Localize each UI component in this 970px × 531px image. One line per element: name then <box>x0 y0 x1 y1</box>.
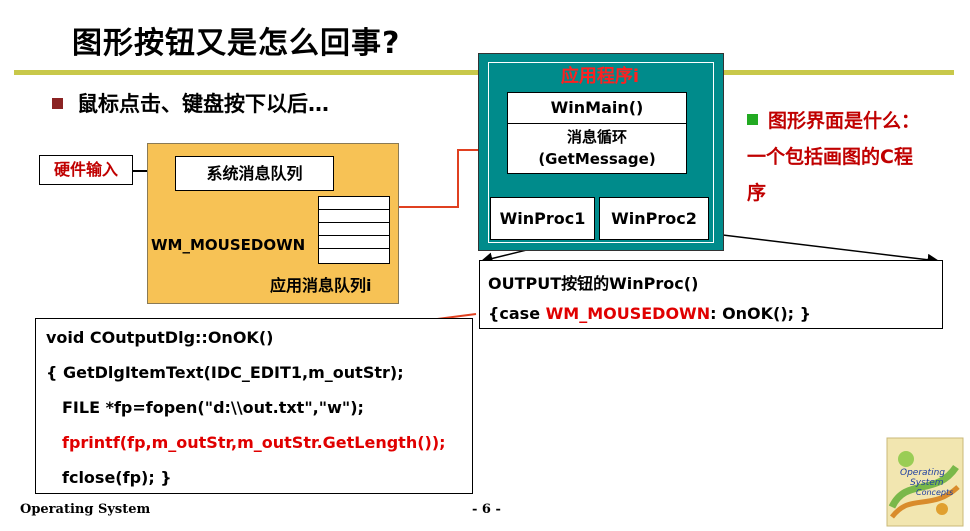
onok-code-box: void COutputDlg::OnOK() { GetDlgItemText… <box>35 318 473 494</box>
message-loop-line1: 消息循环 <box>566 128 627 146</box>
winproc1-box: WinProc1 <box>490 197 595 240</box>
app-message-queue-stack <box>318 196 390 264</box>
code-line-5: fclose(fp); } <box>62 468 172 487</box>
app-queue-label: 应用消息队列i <box>270 276 372 295</box>
queue-slot <box>319 236 389 249</box>
output-winproc-box: OUTPUT按钮的WinProc() {case WM_MOUSEDOWN: O… <box>479 260 943 329</box>
system-message-queue-box: 系统消息队列 <box>175 156 334 191</box>
code-line-4: fprintf(fp,m_outStr,m_outStr.GetLength()… <box>62 433 446 452</box>
message-loop-line2: (GetMessage) <box>538 150 656 168</box>
code-line-3: FILE *fp=fopen("d:\\out.txt","w"); <box>62 398 364 417</box>
footer-course-name: Operating System <box>20 502 151 517</box>
output-winproc-case: {case WM_MOUSEDOWN: OnOK(); } <box>488 304 811 323</box>
side-note: 图形界面是什么：一个包括画图的C程序 <box>747 103 927 211</box>
case-message: WM_MOUSEDOWN <box>545 304 711 323</box>
page-number: - 6 - <box>472 502 501 517</box>
case-suffix: : OnOK(); } <box>710 304 812 323</box>
code-line-2: { GetDlgItemText(IDC_EDIT1,m_outStr); <box>46 363 404 382</box>
green-bullet-square-icon <box>747 114 758 125</box>
side-note-text: 图形界面是什么：一个包括画图的C程序 <box>747 110 921 204</box>
hardware-input-box: 硬件输入 <box>39 155 133 185</box>
winproc2-box: WinProc2 <box>599 197 709 240</box>
queue-slot <box>319 197 389 210</box>
winmain-box: WinMain() 消息循环 (GetMessage) <box>507 92 687 174</box>
mousedown-message-label: WM_MOUSEDOWN <box>151 236 306 254</box>
logo-line-1: Operating <box>900 468 945 478</box>
message-loop-label: 消息循环 (GetMessage) <box>508 124 686 170</box>
output-winproc-title: OUTPUT按钮的WinProc() <box>488 274 699 293</box>
code-line-1: void COutputDlg::OnOK() <box>46 328 274 347</box>
queue-slot <box>319 210 389 223</box>
os-concepts-book-logo: Operating System Concepts <box>886 437 964 527</box>
logo-line-3: Concepts <box>916 488 953 497</box>
winmain-label: WinMain() <box>508 93 686 124</box>
application-title: 应用程序i <box>560 66 640 87</box>
case-prefix: {case <box>488 304 546 323</box>
logo-line-2: System <box>910 478 944 488</box>
queue-slot <box>319 223 389 236</box>
queue-slot <box>319 249 389 261</box>
